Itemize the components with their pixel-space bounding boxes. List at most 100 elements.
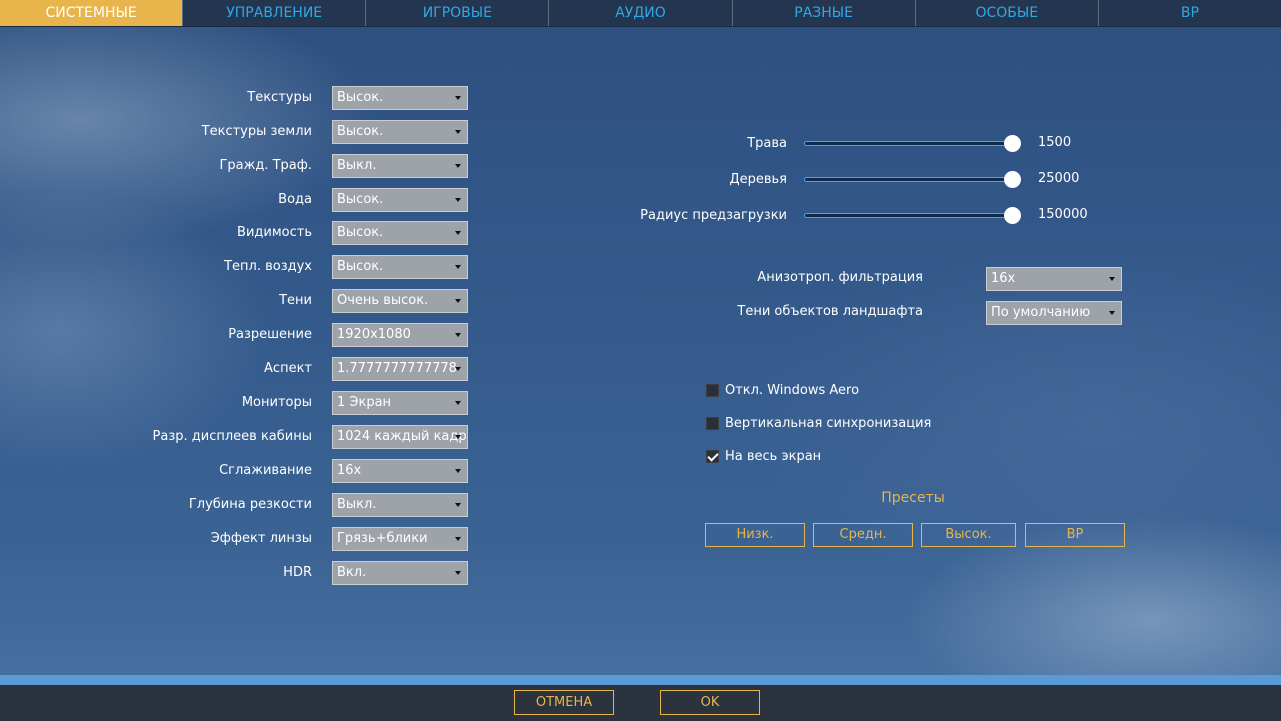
setting-row: Тепл. воздух	[0, 254, 312, 280]
slider-label: Радиус предзагрузки	[640, 208, 787, 223]
dropdown-arrow-icon	[455, 571, 461, 575]
setting-select[interactable]: Вкл.	[332, 561, 468, 585]
dropdown-arrow-icon	[1109, 277, 1115, 281]
setting-value: 16x	[337, 463, 362, 478]
checkbox-label: Вертикальная синхронизация	[725, 416, 932, 431]
setting-row: Сглаживание	[0, 458, 312, 484]
slider-value: 1500	[1038, 135, 1072, 150]
tab-controls[interactable]: УПРАВЛЕНИЕ	[183, 0, 367, 26]
setting-label: Разрешение	[228, 327, 312, 342]
setting-row: HDR	[0, 560, 312, 586]
tab-misc[interactable]: РАЗНЫЕ	[733, 0, 916, 26]
setting-select[interactable]: Грязь+блики	[332, 527, 468, 551]
setting-row: Вода	[0, 187, 312, 213]
setting-label: Глубина резкости	[188, 497, 312, 512]
setting-select[interactable]: Высок.	[332, 255, 468, 279]
setting-value: Высок.	[337, 259, 384, 274]
setting-row: Тени	[0, 288, 312, 314]
checkbox-label: На весь экран	[725, 449, 822, 464]
slider-value: 25000	[1038, 171, 1080, 186]
setting-value: Высок.	[337, 124, 384, 139]
dropdown-arrow-icon	[455, 469, 461, 473]
setting-value: Выкл.	[337, 158, 377, 173]
preset-high-button[interactable]: Высок.	[921, 523, 1016, 547]
dropdown-arrow-icon	[455, 265, 461, 269]
setting-label: Аспект	[264, 361, 312, 376]
setting-select[interactable]: 1024 каждый кадр	[332, 425, 468, 449]
tab-audio[interactable]: АУДИО	[549, 0, 733, 26]
setting-select[interactable]: 1.7777777777778	[332, 357, 468, 381]
setting-value: Грязь+блики	[337, 531, 428, 546]
setting-label: Вода	[278, 192, 312, 207]
setting-row: Глубина резкости	[0, 492, 312, 518]
setting-select[interactable]: 16x	[332, 459, 468, 483]
setting-row: Разрешение	[0, 322, 312, 348]
setting-select[interactable]: 16x	[986, 267, 1122, 291]
setting-select[interactable]: Высок.	[332, 120, 468, 144]
slider-knob[interactable]	[1004, 171, 1021, 188]
slider-knob[interactable]	[1004, 207, 1021, 224]
tab-bar: СИСТЕМНЫЕ УПРАВЛЕНИЕ ИГРОВЫЕ АУДИО РАЗНЫ…	[0, 0, 1281, 27]
vsync-checkbox[interactable]	[706, 417, 719, 430]
setting-select[interactable]: Выкл.	[332, 493, 468, 517]
setting-select[interactable]: Очень высок.	[332, 289, 468, 313]
setting-value: 1.7777777777778	[337, 361, 457, 376]
fullscreen-checkbox[interactable]	[706, 450, 719, 463]
setting-select[interactable]: 1 Экран	[332, 391, 468, 415]
setting-label: Тени объектов ландшафта	[737, 304, 923, 319]
setting-label: Текстуры	[247, 90, 312, 105]
presets-title: Пресеты	[881, 490, 945, 506]
setting-label: Тепл. воздух	[224, 259, 312, 274]
tab-special[interactable]: ОСОБЫЕ	[916, 0, 1099, 26]
dropdown-arrow-icon	[455, 367, 461, 371]
setting-row: Видимость	[0, 220, 312, 246]
setting-value: Высок.	[337, 225, 384, 240]
setting-value: Вкл.	[337, 565, 367, 580]
setting-select[interactable]: По умолчанию	[986, 301, 1122, 325]
setting-row: Аспект	[0, 356, 312, 382]
cancel-button[interactable]: ОТМЕНА	[514, 690, 614, 715]
slider-track[interactable]	[804, 177, 1020, 182]
tab-system[interactable]: СИСТЕМНЫЕ	[0, 0, 184, 26]
setting-label: Анизотроп. фильтрация	[757, 270, 923, 285]
dropdown-arrow-icon	[455, 198, 461, 202]
dropdown-arrow-icon	[455, 401, 461, 405]
setting-label: Тени	[279, 293, 312, 308]
setting-label: Эффект линзы	[210, 531, 312, 546]
dropdown-arrow-icon	[455, 96, 461, 100]
setting-value: 1920x1080	[337, 327, 411, 342]
setting-select[interactable]: Высок.	[332, 221, 468, 245]
checkbox-label: Откл. Windows Aero	[725, 383, 860, 398]
setting-value: 1024 каждый кадр	[337, 429, 467, 444]
slider-knob[interactable]	[1004, 135, 1021, 152]
bottom-divider	[0, 675, 1281, 685]
setting-select[interactable]: Высок.	[332, 86, 468, 110]
slider-label: Трава	[747, 136, 787, 151]
dropdown-arrow-icon	[455, 130, 461, 134]
preset-medium-button[interactable]: Средн.	[813, 523, 913, 547]
setting-label: Мониторы	[241, 395, 312, 410]
setting-row: Текстуры	[0, 85, 312, 111]
setting-value: Высок.	[337, 192, 384, 207]
dropdown-arrow-icon	[455, 164, 461, 168]
setting-value: Высок.	[337, 90, 384, 105]
setting-select[interactable]: Высок.	[332, 188, 468, 212]
tab-vr[interactable]: ВР	[1099, 0, 1281, 26]
slider-value: 150000	[1038, 207, 1088, 222]
tab-gameplay[interactable]: ИГРОВЫЕ	[366, 0, 550, 26]
setting-select[interactable]: 1920x1080	[332, 323, 468, 347]
preset-vr-button[interactable]: ВР	[1025, 523, 1125, 547]
setting-label: HDR	[283, 565, 312, 580]
ok-button[interactable]: OK	[660, 690, 760, 715]
setting-value: Выкл.	[337, 497, 377, 512]
setting-select[interactable]: Выкл.	[332, 154, 468, 178]
aero-checkbox[interactable]	[706, 384, 719, 397]
footer-bar: ОТМЕНА OK	[0, 685, 1281, 721]
preset-low-button[interactable]: Низк.	[705, 523, 805, 547]
dropdown-arrow-icon	[455, 537, 461, 541]
setting-label: Гражд. Траф.	[219, 158, 312, 173]
dropdown-arrow-icon	[455, 231, 461, 235]
setting-row: Эффект линзы	[0, 526, 312, 552]
slider-track[interactable]	[804, 213, 1020, 218]
slider-track[interactable]	[804, 141, 1020, 146]
